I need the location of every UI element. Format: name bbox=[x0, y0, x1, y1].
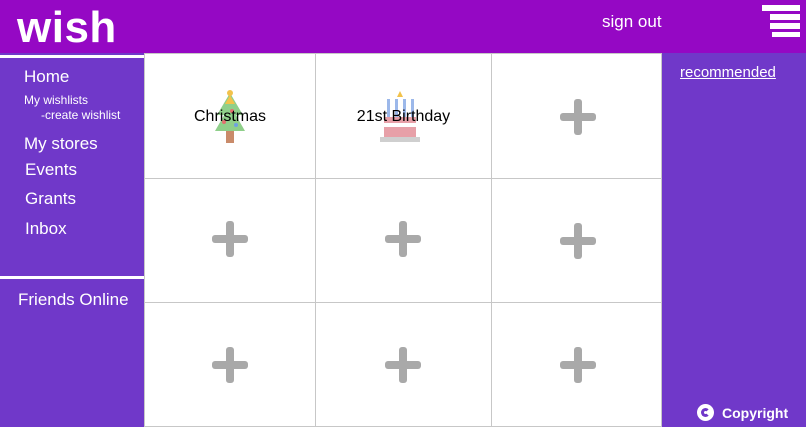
app-logo[interactable]: wish bbox=[17, 2, 117, 54]
plus-icon bbox=[560, 99, 596, 135]
sidebar-item-home[interactable]: Home bbox=[24, 67, 69, 87]
wishlist-card-christmas[interactable]: Christmas bbox=[144, 53, 316, 179]
wishlist-card-21st-birthday[interactable]: 21st Birthday bbox=[315, 53, 492, 179]
wishlist-title: Christmas bbox=[193, 108, 266, 125]
top-bar bbox=[0, 0, 806, 53]
sidebar-item-grants[interactable]: Grants bbox=[25, 189, 76, 209]
recommended-link[interactable]: recommended bbox=[680, 64, 776, 81]
add-wishlist-card[interactable] bbox=[315, 178, 492, 303]
add-wishlist-card[interactable] bbox=[144, 178, 316, 303]
copyright-notice: Copyright bbox=[697, 404, 788, 421]
plus-icon bbox=[212, 347, 248, 383]
sidebar-item-my-wishlists[interactable]: My wishlists bbox=[24, 93, 88, 107]
add-wishlist-card[interactable] bbox=[491, 178, 662, 303]
plus-icon bbox=[560, 347, 596, 383]
plus-icon bbox=[385, 221, 421, 257]
hamburger-icon[interactable] bbox=[762, 5, 800, 37]
sidebar-item-inbox[interactable]: Inbox bbox=[25, 219, 67, 239]
friends-online-heading[interactable]: Friends Online bbox=[18, 290, 129, 310]
right-panel bbox=[662, 53, 806, 427]
sidebar-divider-top bbox=[0, 55, 144, 58]
add-wishlist-card[interactable] bbox=[315, 302, 492, 427]
plus-icon bbox=[212, 221, 248, 257]
sidebar-divider-bottom bbox=[0, 276, 144, 279]
add-wishlist-card[interactable] bbox=[491, 53, 662, 179]
sign-out-link[interactable]: sign out bbox=[602, 12, 662, 32]
plus-icon bbox=[560, 223, 596, 259]
copyright-icon bbox=[697, 404, 714, 421]
copyright-label: Copyright bbox=[722, 404, 789, 421]
add-wishlist-card[interactable] bbox=[491, 302, 662, 427]
sidebar-item-create-wishlist[interactable]: -create wishlist bbox=[41, 108, 120, 122]
add-wishlist-card[interactable] bbox=[144, 302, 316, 427]
sidebar-item-events[interactable]: Events bbox=[25, 160, 77, 180]
plus-icon bbox=[385, 347, 421, 383]
wishlist-title: 21st Birthday bbox=[356, 108, 451, 125]
sidebar-item-my-stores[interactable]: My stores bbox=[24, 134, 98, 154]
wishlist-grid: Christmas 21st Birthday bbox=[144, 53, 662, 427]
